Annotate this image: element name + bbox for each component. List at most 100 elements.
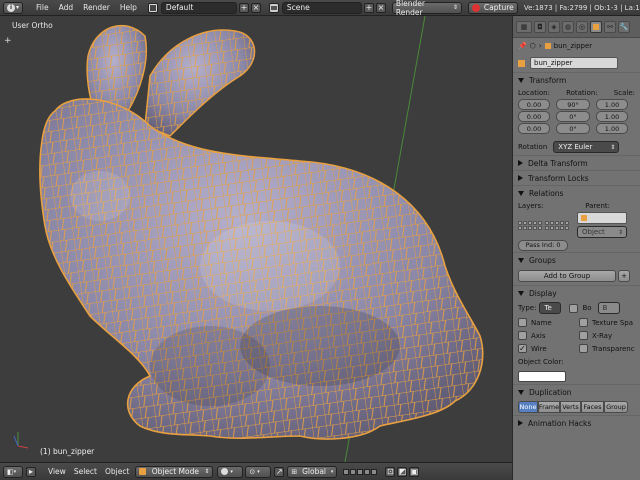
pass-index-row: Pass Ind: 0 [513,238,640,252]
3d-viewport[interactable]: + User Ortho (1) bun_zipper [0,16,512,462]
delta-transform-panel-header[interactable]: Delta Transform [513,155,640,170]
bunny-mesh[interactable] [39,25,484,440]
duplication-group-button[interactable]: Group [604,401,628,413]
menu-object[interactable]: Object [101,467,133,476]
rotation-z-field[interactable]: 0° [556,123,590,134]
display-panel-header[interactable]: Display [513,285,640,300]
object-small-icon [581,215,587,221]
pin-icon[interactable]: 📌 [518,42,527,50]
scale-z-field[interactable]: 1.00 [596,123,628,134]
menu-file[interactable]: File [31,3,54,12]
remove-scene-icon[interactable]: × [375,2,386,13]
scene-tab-icon[interactable]: ◈ [548,20,560,33]
region-toggle-plus-icon[interactable]: + [4,36,12,46]
render-engine-dropdown[interactable]: Blender Render ⇕ [391,0,462,17]
pivot-point-dropdown[interactable]: ⊙ ▾ [245,465,272,478]
rotation-y-field[interactable]: 0° [556,111,590,122]
menu-add[interactable]: Add [54,3,79,12]
screen-layout-field[interactable]: Default [160,1,237,14]
object-name-field[interactable]: bun_zipper [530,57,618,69]
menu-render[interactable]: Render [78,3,115,12]
chevron-down-icon: ▾ [16,4,20,11]
editor-type-button[interactable]: ◧ ▾ [3,465,23,478]
render-tab-icon[interactable]: ◘ [534,20,546,33]
animation-hacks-panel-header[interactable]: Animation Hacks [513,415,640,430]
add-screen-icon[interactable]: + [238,2,249,13]
location-z-field[interactable]: 0.00 [518,123,550,134]
transparency-checkbox[interactable] [579,344,588,353]
add-to-group-button[interactable]: Add to Group [518,270,616,282]
add-scene-icon[interactable]: + [363,2,374,13]
layer-buttons[interactable] [343,468,378,475]
modifiers-tab-icon[interactable]: 🔧 [618,20,630,33]
display-row-2: Axis X-Ray [513,329,640,342]
breadcrumb-object-name: bun_zipper [553,42,593,50]
world-tab-icon[interactable]: ◍ [562,20,574,33]
menu-collapse-icon[interactable]: ▸ [26,466,36,477]
bunny-mesh-canvas[interactable] [0,16,512,462]
properties-editor-type-icon[interactable]: ▦ [516,20,532,33]
bounds-type-dropdown[interactable]: B [597,302,620,314]
parent-field[interactable] [577,212,627,224]
scene-field[interactable]: Scene [281,1,362,14]
wire-checkbox[interactable]: ✓ [518,344,527,353]
transform-locks-panel-header[interactable]: Transform Locks [513,170,640,185]
viewport-shading-dropdown[interactable]: ▾ [217,465,244,478]
object-layers-grid[interactable] [518,220,569,230]
cube-icon: ◧ [7,467,14,476]
bounds-checkbox[interactable] [569,303,579,313]
scale-x-field[interactable]: 1.00 [596,99,628,110]
duplication-none-button[interactable]: None [518,401,538,413]
record-icon [471,3,480,12]
location-y-field[interactable]: 0.00 [518,111,550,122]
mesh-icon: ⬡ [529,42,536,50]
screen-layout-icon[interactable] [147,2,158,13]
transform-panel-header[interactable]: Transform [513,72,640,87]
scale-y-field[interactable]: 1.00 [596,111,628,122]
xray-checkbox[interactable] [579,331,588,340]
object-tab-icon[interactable] [590,20,602,33]
groups-panel-header[interactable]: Groups [513,252,640,267]
transform-labels: Location: Rotation: Scale: [518,89,635,97]
lock-layers-icon[interactable]: ⊡ [385,466,396,477]
add-group-plus-icon[interactable]: + [618,270,630,282]
display-type-dropdown[interactable]: Te [539,302,562,314]
camera-icon[interactable]: ▣ [409,466,420,477]
constraints-tab-icon[interactable]: ⚯ [604,20,616,33]
3d-view-header: ◧ ▾ ▸ View Select Object Object Mode ⇕ ▾ … [0,462,512,480]
menu-help[interactable]: Help [115,3,142,12]
duplication-frame-button[interactable]: Frame [538,401,560,413]
editor-type-info-button[interactable]: i ▾ [3,1,24,14]
transform-values: 0.00 0.00 0.00 90° 0° 0° 1.00 1.00 1.00 [513,99,640,139]
transform-orientation-dropdown[interactable]: ⊞ Global ▾ [287,465,338,478]
axis-checkbox[interactable] [518,331,527,340]
scene-stats: Ve:1873 | Fa:2799 | Ob:1-3 | La:1 [523,3,640,12]
duplication-panel-header[interactable]: Duplication [513,384,640,399]
parent-type-dropdown[interactable]: Object ⇕ [577,226,627,238]
object-color-swatch[interactable] [518,370,566,382]
display-row-1: Name Texture Spa [513,316,640,329]
mode-dropdown[interactable]: Object Mode ⇕ [135,465,214,478]
scene-icon[interactable] [268,2,279,13]
relations-panel-header[interactable]: Relations [513,185,640,200]
location-x-field[interactable]: 0.00 [518,99,550,110]
pass-index-field[interactable]: Pass Ind: 0 [518,239,568,251]
menu-view[interactable]: View [44,467,70,476]
object-small-icon [544,43,551,49]
duplication-faces-button[interactable]: Faces [581,401,604,413]
render-preview-icon[interactable]: ◩ [397,466,408,477]
manipulator-toggle-icon[interactable]: ↗ [274,466,285,477]
remove-screen-icon[interactable]: × [250,2,261,13]
name-checkbox[interactable] [518,318,527,327]
display-type-row: Type: Te Bo B [513,300,640,316]
sphere-icon [221,468,229,475]
rotation-mode-dropdown[interactable]: XYZ Euler ⇕ [553,141,620,153]
rotation-x-field[interactable]: 90° [556,99,590,110]
menu-select[interactable]: Select [70,467,101,476]
info-icon: i [7,3,15,12]
world-settings-tab-icon[interactable]: ◎ [576,20,588,33]
capture-button[interactable]: Capture [467,1,518,14]
duplication-verts-button[interactable]: Verts [560,401,581,413]
texture-space-checkbox[interactable] [579,318,588,327]
object-color-label: Object Color: [518,357,564,366]
